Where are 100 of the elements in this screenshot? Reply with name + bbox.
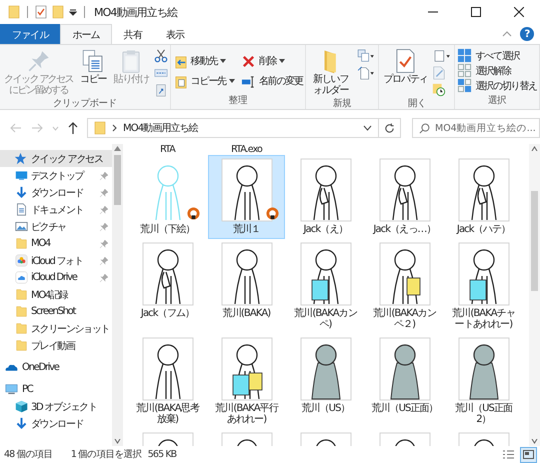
download-arrow-icon [15, 417, 28, 430]
collapse-caret-icon[interactable] [502, 31, 512, 37]
folder-icon [15, 288, 28, 301]
refresh-icon [384, 122, 396, 134]
history-icon[interactable] [432, 83, 446, 97]
sidebar-item[interactable]: 3D オブジェクト [0, 398, 112, 415]
scroll-up-icon[interactable] [531, 146, 538, 151]
ribbon-button[interactable]: 移動先 [172, 51, 235, 71]
sidebar-item[interactable]: スクリーンショット [0, 320, 112, 337]
delete-icon [240, 54, 256, 68]
folder-icon [15, 322, 28, 335]
copy-path-icon[interactable] [154, 66, 168, 80]
up-arrow-icon[interactable] [68, 122, 78, 134]
search-icon [419, 122, 430, 134]
ribbon-tab[interactable]: 表示 [154, 24, 196, 44]
scroll-down-icon[interactable] [531, 439, 538, 444]
folder-icon [15, 339, 28, 352]
paste-shortcut-icon[interactable] [154, 83, 168, 97]
document-icon [15, 203, 28, 216]
group-label: 新規 [332, 97, 352, 111]
refresh-button[interactable] [379, 118, 401, 138]
file-item[interactable]: 荒川（US） [287, 334, 364, 429]
star-icon [14, 152, 27, 165]
ribbon-button[interactable]: プロパティ [381, 47, 430, 86]
sidebar-item[interactable]: PC [0, 381, 112, 398]
group-label: 開く [406, 97, 427, 111]
scroll-up-icon[interactable] [114, 146, 121, 151]
sidebar-item[interactable]: デスクトップ [0, 167, 112, 184]
address-bar[interactable]: MO4動画用立ち絵 [87, 118, 380, 138]
file-item[interactable]: Jack（えっ…） [366, 155, 443, 239]
file-item[interactable]: 荒川(BAKAチャートあれれー) [445, 239, 522, 334]
thumbnail-icon [523, 450, 534, 459]
caret-icon[interactable] [69, 8, 77, 16]
group-label: 整理 [228, 94, 248, 108]
sidebar-item[interactable]: MO4記録 [0, 286, 112, 303]
sidebar-item[interactable]: ダウンロード [0, 415, 112, 432]
rename-icon [240, 74, 256, 88]
scrollbar-thumb[interactable] [114, 155, 121, 205]
ribbon-button[interactable]: すべて選択 [457, 48, 537, 63]
ribbon-tab[interactable]: 共有 [112, 24, 154, 44]
sidebar-item[interactable]: ダウンロード [0, 184, 112, 201]
chevron-icon [112, 124, 117, 132]
ribbon-button[interactable]: コピー [78, 47, 108, 86]
file-item[interactable]: 荒川（US正面2） [445, 334, 522, 429]
scroll-down-icon[interactable] [114, 439, 121, 444]
checklist-icon[interactable] [35, 5, 47, 19]
file-item[interactable]: Jack（え） [287, 155, 364, 239]
scrollbar-thumb[interactable] [531, 191, 538, 291]
chevron-down-icon [363, 125, 372, 131]
ribbon-button[interactable]: 名前の変更 [240, 71, 303, 91]
file-item[interactable]: 荒川(BAKA) [208, 239, 285, 334]
file-item[interactable]: 荒川(BAKA平行あれれー) [208, 334, 285, 429]
sidebar-item[interactable]: ピクチャ [0, 218, 112, 235]
ribbon-button[interactable]: 選択の切り替え [457, 78, 537, 93]
file-item[interactable]: Jack（ハテ） [445, 155, 522, 239]
file-item[interactable]: 荒川１ [208, 155, 285, 239]
item-count: 48 個の項目 [4, 448, 53, 461]
file-item[interactable]: 荒川（下絵） [129, 155, 206, 239]
folder-icon [94, 121, 106, 135]
invert-selection-icon [457, 78, 472, 93]
ribbon-button[interactable]: コピー先 [172, 71, 235, 91]
computer-icon [5, 383, 18, 396]
sidebar-item[interactable]: iCloud フォト [0, 252, 112, 269]
search-field[interactable]: MO4動画用立ち絵の... [412, 118, 540, 138]
file-item[interactable]: 荒川（US正面） [366, 334, 443, 429]
selection-info: 1 個の項目を選択 [70, 448, 142, 461]
file-size: 565 KB [148, 449, 176, 460]
new-item-icon[interactable] [356, 49, 376, 63]
group-label: クリップボード [52, 97, 118, 111]
download-arrow-icon [15, 186, 28, 199]
photos-icon [15, 254, 28, 267]
file-item[interactable]: 荒川(BAKAカンペ２) [366, 239, 443, 334]
sidebar-item[interactable]: ドキュメント [0, 201, 112, 218]
move-to-icon [172, 54, 188, 68]
sidebar-item[interactable]: ScreenShot [0, 303, 112, 320]
folder-icon [15, 305, 28, 318]
select-all-icon [457, 48, 472, 63]
group-label: 選択 [487, 94, 508, 108]
file-item[interactable]: Jack（フム） [129, 239, 206, 334]
ribbon-button[interactable]: 削除 [240, 51, 303, 71]
file-item[interactable]: 荒川(BAKA思考放棄) [129, 334, 206, 429]
sidebar-item[interactable]: iCloud Drive [0, 269, 112, 286]
close-icon[interactable] [514, 7, 524, 17]
sidebar-item[interactable]: プレイ動画 [0, 337, 112, 354]
sidebar-item[interactable]: クイック アクセス [0, 150, 112, 167]
ribbon-button[interactable]: 新しいフォルダー [308, 47, 354, 97]
ribbon-button[interactable]: 選択解除 [457, 63, 537, 78]
maximize-icon[interactable] [471, 7, 481, 17]
file-item[interactable]: 荒川(BAKAカンペ) [287, 239, 364, 334]
sidebar-item[interactable]: OneDrive [0, 359, 112, 376]
scissors-icon[interactable] [154, 49, 168, 63]
large-icons-view-button[interactable] [520, 446, 537, 462]
monitor-icon [15, 169, 28, 182]
image-icon [15, 220, 28, 233]
help-button[interactable]: ? [520, 27, 534, 41]
folder-icon [15, 237, 28, 250]
file-tab[interactable]: ファイル [0, 24, 60, 44]
edit-icon[interactable] [432, 66, 446, 80]
sidebar-item[interactable]: MO4 [0, 235, 112, 252]
ribbon-tab[interactable]: ホーム [60, 24, 112, 44]
